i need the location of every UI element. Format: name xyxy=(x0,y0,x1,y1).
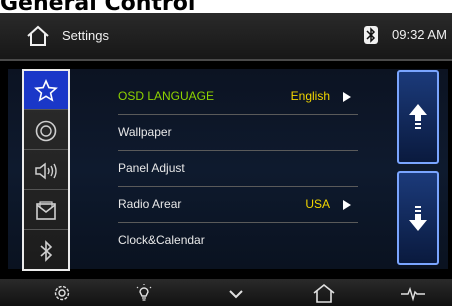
gear-icon[interactable] xyxy=(52,283,72,303)
play-arrow-icon xyxy=(343,92,351,102)
row-label: Panel Adjust xyxy=(118,161,185,175)
head-unit-screen: Settings 09:32 AM OSD LANGUAGE English W… xyxy=(0,13,452,306)
disc-icon xyxy=(35,120,57,142)
star-icon xyxy=(34,79,58,102)
home-icon[interactable] xyxy=(26,24,50,48)
settings-row-panel-adjust[interactable]: Panel Adjust xyxy=(118,151,358,187)
sidebar xyxy=(22,69,70,271)
bluetooth-icon xyxy=(364,26,378,44)
sidebar-item-sound[interactable] xyxy=(24,151,68,190)
sidebar-item-bluetooth[interactable] xyxy=(24,231,68,270)
clock-time: 09:32 AM xyxy=(392,27,447,42)
speaker-icon xyxy=(35,162,57,180)
sidebar-item-disc[interactable] xyxy=(24,111,68,150)
settings-row-clock-calendar[interactable]: Clock&Calendar xyxy=(118,223,358,259)
home-icon[interactable] xyxy=(312,283,336,303)
bluetooth-icon xyxy=(40,240,53,262)
row-value: English xyxy=(290,89,330,103)
settings-row-osd-language[interactable]: OSD LANGUAGE English xyxy=(118,79,358,115)
scroll-down-button[interactable] xyxy=(397,171,439,265)
chevron-down-icon[interactable] xyxy=(226,283,246,303)
settings-row-wallpaper[interactable]: Wallpaper xyxy=(118,115,358,151)
row-value: USA xyxy=(305,197,330,211)
page-title: Settings xyxy=(62,28,109,43)
arrow-up-icon xyxy=(409,104,427,129)
row-label: Wallpaper xyxy=(118,125,172,139)
row-label: Radio Arear xyxy=(118,197,182,211)
scroll-up-button[interactable] xyxy=(397,70,439,164)
bottom-nav-bar xyxy=(0,279,452,306)
sidebar-item-favorite[interactable] xyxy=(24,71,68,110)
sidebar-item-mail[interactable] xyxy=(24,191,68,230)
pulse-icon[interactable] xyxy=(400,283,426,303)
bulb-icon[interactable] xyxy=(134,283,154,303)
row-label: Clock&Calendar xyxy=(118,233,205,247)
arrow-down-icon xyxy=(409,206,427,231)
settings-row-radio-area[interactable]: Radio Arear USA xyxy=(118,187,358,223)
row-label: OSD LANGUAGE xyxy=(118,89,215,103)
status-bar: Settings 09:32 AM xyxy=(0,13,452,61)
envelope-icon xyxy=(36,201,56,220)
play-arrow-icon xyxy=(343,200,351,210)
